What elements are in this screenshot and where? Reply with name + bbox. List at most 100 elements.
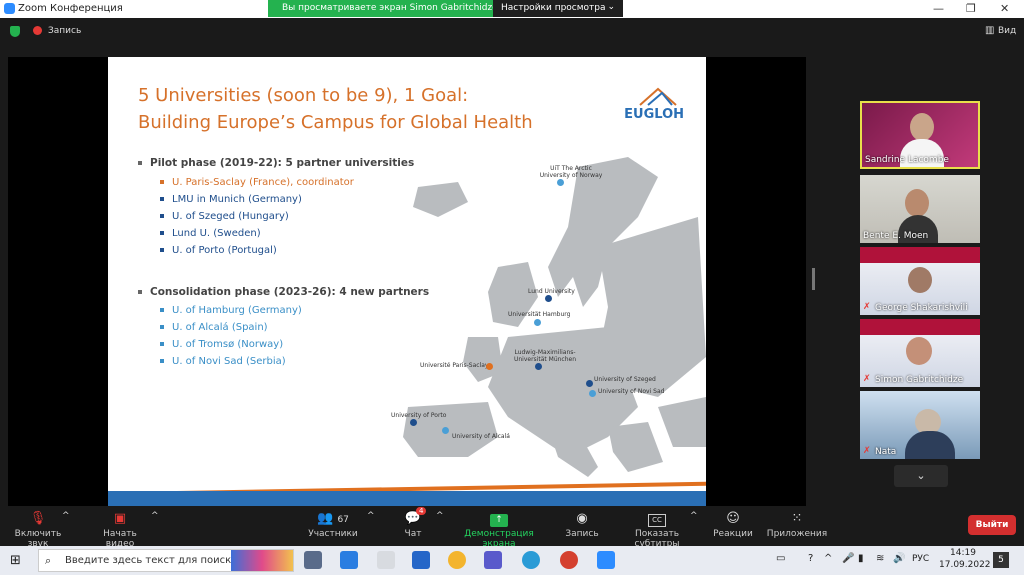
photos-icon[interactable]: [377, 551, 395, 569]
start-video-button[interactable]: ▣ Начать видео: [88, 509, 152, 549]
map-label-tromso: UiT The Arctic University of Norway: [539, 165, 603, 179]
language-indicator[interactable]: РУС: [912, 554, 929, 564]
apps-icon: ⁙: [791, 511, 803, 526]
map-dot-lmu: [535, 363, 542, 370]
video-options-chevron[interactable]: ^: [151, 511, 159, 521]
muted-mic-icon: ✗: [863, 374, 871, 384]
shield-icon[interactable]: [10, 26, 20, 37]
windows-start-icon[interactable]: ⊞: [10, 553, 21, 568]
gallery-resize-handle[interactable]: [812, 268, 815, 290]
chat-options-chevron[interactable]: ^: [436, 511, 444, 521]
apps-button[interactable]: ⁙ Приложения: [766, 509, 828, 539]
battery-icon[interactable]: ▮: [858, 553, 864, 564]
meeting-toolbar: 🎙 Включить звук ^ ▣ Начать видео ^ 👥 67 …: [0, 507, 1024, 549]
apps-label: Приложения: [766, 529, 828, 539]
share-screen-button[interactable]: ↑ Демонстрация экрана: [450, 509, 548, 549]
app-icon[interactable]: [484, 551, 502, 569]
participant-tile[interactable]: ✗ Nata: [860, 391, 980, 459]
record-button[interactable]: ◉ Запись: [562, 509, 602, 539]
audio-options-chevron[interactable]: ^: [62, 511, 70, 521]
map-dot-lund: [545, 295, 552, 302]
share-screen-icon: ↑: [450, 509, 548, 529]
participant-tile[interactable]: ✗ George Shakarishvili: [860, 247, 980, 315]
close-icon[interactable]: ✕: [1000, 2, 1009, 15]
clock-time[interactable]: 14:19: [950, 548, 976, 558]
clock-date[interactable]: 17.09.2022: [939, 560, 991, 570]
consolidation-item: U. of Tromsø (Norway): [160, 339, 283, 350]
pilot-heading: Pilot phase (2019-22): 5 partner univers…: [138, 157, 414, 169]
search-icon: ⌕: [45, 554, 52, 567]
slide-footer-stripe-blue: [108, 491, 706, 506]
participant-tile[interactable]: Sandrine Lacombe: [860, 101, 980, 169]
chat-button[interactable]: 💬 Чат 4: [398, 507, 428, 539]
map-label-lmu: Ludwig-Maximilians-Universität München: [513, 349, 577, 363]
map-label-hamburg: Universität Hamburg: [508, 311, 571, 318]
notification-center-icon[interactable]: 5: [993, 552, 1009, 568]
participants-options-chevron[interactable]: ^: [367, 511, 375, 521]
view-settings-dropdown[interactable]: Настройки просмотра ⌄: [493, 0, 623, 17]
muted-mic-icon: ✗: [863, 446, 871, 456]
consolidation-item: U. of Novi Sad (Serbia): [160, 356, 286, 367]
mic-tray-icon[interactable]: 🎤: [842, 553, 854, 564]
zoom-logo-icon: [4, 3, 15, 14]
pilot-item: U. of Szeged (Hungary): [160, 211, 289, 222]
eugloh-logo-mark-icon: [639, 87, 677, 106]
screen-icon[interactable]: ▭: [776, 553, 785, 564]
chrome-active-icon[interactable]: [560, 551, 578, 569]
participant-tile[interactable]: ✗ Simon Gabritchidze: [860, 319, 980, 387]
map-dot-paris: [486, 363, 493, 370]
participant-name: Sandrine Lacombe: [865, 155, 949, 165]
subtitles-button[interactable]: CC Показать субтитры: [615, 509, 699, 549]
view-grid-icon[interactable]: ▥: [985, 25, 994, 36]
meeting-top-bar: Запись ▥ Вид: [0, 18, 1024, 46]
reactions-button[interactable]: ☺ Реакции: [712, 509, 754, 539]
tray-chevron-icon[interactable]: ^: [824, 553, 832, 564]
zoom-taskbar-icon[interactable]: [597, 551, 615, 569]
cc-icon: CC: [615, 509, 699, 529]
minimize-icon[interactable]: —: [933, 2, 944, 15]
consolidation-heading: Consolidation phase (2023-26): 4 new par…: [138, 286, 429, 298]
maximize-icon[interactable]: ❐: [966, 2, 976, 15]
recording-label[interactable]: Запись: [48, 26, 81, 36]
mail-icon[interactable]: [340, 551, 358, 569]
pilot-item: U. Paris-Saclay (France), coordinator: [160, 177, 354, 188]
avatar-body: [905, 431, 955, 459]
avatar: [906, 337, 932, 365]
participants-button[interactable]: 👥 67 Участники: [305, 509, 361, 539]
gallery-scroll-down-button[interactable]: ⌄: [894, 465, 948, 487]
eugloh-logo-text: EUGLOH: [624, 107, 684, 122]
map-dot-alcala: [442, 427, 449, 434]
wifi-icon[interactable]: ≋: [876, 553, 884, 564]
map-dot-porto: [410, 419, 417, 426]
edge-icon[interactable]: [522, 551, 540, 569]
participant-name: Nata: [875, 447, 897, 457]
record-icon: ◉: [576, 511, 588, 526]
task-view-icon[interactable]: [304, 551, 322, 569]
participant-name: George Shakarishvili: [875, 303, 968, 313]
map-dot-tromso: [557, 179, 564, 186]
store-icon[interactable]: [412, 551, 430, 569]
reactions-label: Реакции: [713, 529, 753, 539]
video-off-icon: ▣: [113, 511, 127, 526]
map-label-alcala: University of Alcalá: [452, 433, 510, 440]
participants-label: Участники: [308, 529, 358, 539]
pilot-item: Lund U. (Sweden): [160, 228, 261, 239]
chrome-icon[interactable]: [448, 551, 466, 569]
avatar: [908, 267, 932, 293]
taskbar-search[interactable]: ⌕ Введите здесь текст для поиска: [38, 549, 294, 572]
volume-icon[interactable]: 🔊: [893, 553, 905, 564]
smiley-icon: ☺: [726, 511, 740, 526]
slide-title-line2: Building Europe’s Campus for Global Heal…: [138, 112, 533, 133]
help-icon[interactable]: ?: [808, 553, 813, 564]
participant-tile[interactable]: Bente E. Moen: [860, 175, 980, 243]
avatar: [910, 113, 934, 141]
shared-slide: 5 Universities (soon to be 9), 1 Goal: B…: [108, 57, 706, 506]
subtitles-options-chevron[interactable]: ^: [690, 511, 698, 521]
participant-banner: [860, 247, 980, 263]
participant-name: Bente E. Moen: [863, 231, 929, 241]
leave-button[interactable]: Выйти: [968, 515, 1016, 535]
record-label: Запись: [565, 529, 599, 539]
search-highlight-image: [231, 550, 293, 571]
participants-icon: 👥 67: [317, 511, 349, 526]
view-button[interactable]: Вид: [998, 26, 1016, 36]
